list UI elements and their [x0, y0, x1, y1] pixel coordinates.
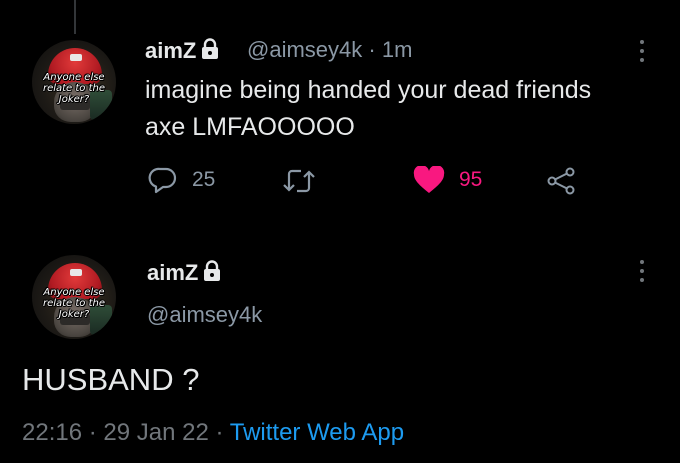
lock-icon: [204, 260, 221, 281]
retweet-icon: [283, 169, 315, 193]
thread-line: [74, 0, 76, 34]
separator: ·: [88, 419, 97, 446]
like-count: 95: [459, 168, 483, 191]
display-name[interactable]: aimZ: [147, 260, 222, 286]
retweet-button[interactable]: [282, 168, 330, 194]
display-name-text[interactable]: aimZ: [145, 38, 196, 63]
reply-count: 25: [192, 168, 216, 191]
reply-button[interactable]: 25: [148, 166, 215, 194]
tweet-date[interactable]: 29 Jan 22: [103, 419, 208, 446]
more-icon[interactable]: [640, 40, 644, 62]
lock-icon: [202, 38, 219, 59]
more-icon[interactable]: [640, 260, 644, 282]
like-button[interactable]: 95: [413, 166, 482, 194]
separator: ·: [368, 37, 376, 62]
display-name-text[interactable]: aimZ: [147, 260, 198, 285]
reply-icon: [148, 167, 177, 194]
tweet-text-line2: axe LMFAOOOOO: [145, 113, 355, 141]
display-name[interactable]: aimZ: [145, 38, 220, 64]
tweet-time[interactable]: 22:16: [22, 419, 82, 446]
tweet-text-line1: imagine being handed your dead friends: [145, 76, 592, 104]
timestamp[interactable]: 1m: [382, 37, 413, 62]
avatar[interactable]: Anyone else relate to the Joker?: [32, 255, 116, 339]
tweet-text: imagine being handed your dead friends a…: [145, 72, 665, 146]
avatar-caption: Anyone else relate to the Joker?: [42, 72, 106, 105]
separator: ·: [215, 419, 224, 446]
tweet-meta: 22:16 · 29 Jan 22 · Twitter Web App: [22, 419, 404, 447]
source-link[interactable]: Twitter Web App: [230, 419, 404, 446]
share-button[interactable]: [546, 167, 590, 195]
handle[interactable]: @aimsey4k: [247, 37, 362, 62]
handle-line: @aimsey4k · 1m: [247, 37, 412, 63]
tweet-text: HUSBAND ?: [22, 362, 200, 397]
avatar[interactable]: Anyone else relate to the Joker?: [32, 40, 116, 124]
heart-icon: [413, 166, 445, 193]
avatar-caption: Anyone else relate to the Joker?: [42, 287, 106, 320]
share-icon: [547, 167, 575, 195]
handle[interactable]: @aimsey4k: [147, 302, 262, 328]
